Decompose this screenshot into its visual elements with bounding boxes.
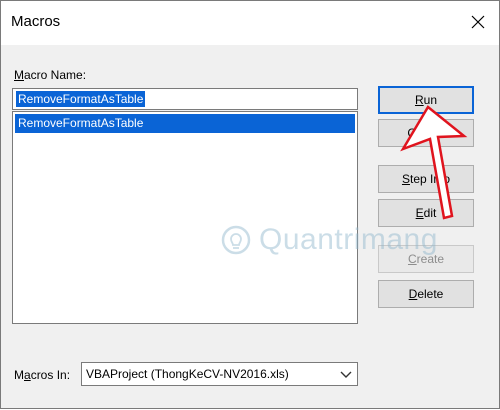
macro-list[interactable]: RemoveFormatAsTable: [12, 111, 358, 324]
run-button[interactable]: Run: [378, 86, 474, 114]
macro-name-value: RemoveFormatAsTable: [16, 91, 146, 107]
macros-in-value: VBAProject (ThongKeCV-NV2016.xls): [86, 367, 289, 381]
macros-dialog: Macros Macro Name: RemoveFormatAsTable R…: [0, 0, 500, 409]
close-button[interactable]: [463, 7, 493, 37]
chevron-down-icon: [340, 371, 352, 378]
step-into-button[interactable]: Step Into: [378, 165, 474, 193]
macros-in-select[interactable]: VBAProject (ThongKeCV-NV2016.xls): [81, 362, 358, 386]
title-bar: Macros: [1, 1, 499, 45]
macro-name-input[interactable]: RemoveFormatAsTable: [12, 88, 358, 110]
dialog-title: Macros: [11, 13, 61, 30]
delete-button[interactable]: Delete: [378, 280, 474, 308]
edit-button[interactable]: Edit: [378, 199, 474, 227]
create-button[interactable]: Create: [378, 245, 474, 273]
macro-name-label: Macro Name:: [14, 68, 87, 82]
cancel-button[interactable]: Cancel: [378, 119, 474, 147]
list-item[interactable]: RemoveFormatAsTable: [15, 114, 355, 133]
macros-in-label: Macros In:: [14, 368, 71, 382]
close-icon: [471, 15, 485, 29]
